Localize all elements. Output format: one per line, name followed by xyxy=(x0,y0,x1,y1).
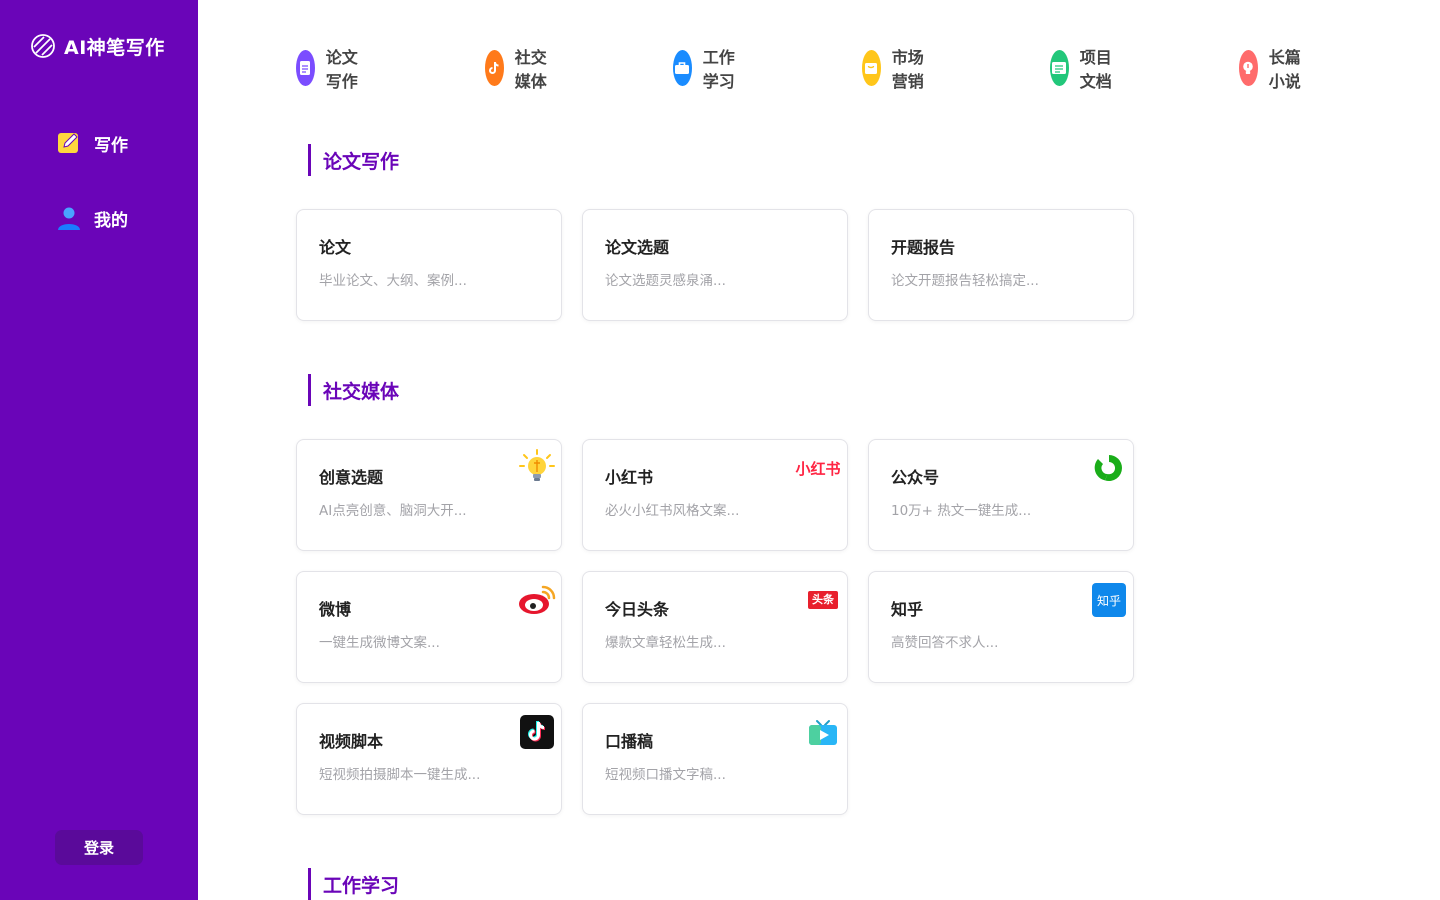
weibo-icon xyxy=(517,580,557,620)
card-opening-report[interactable]: 开题报告 论文开题报告轻松搞定... xyxy=(868,209,1134,321)
toutiao-logo-text: 头条 xyxy=(808,591,838,609)
lightbulb-icon xyxy=(517,448,557,488)
category-tab-social[interactable]: 社交媒体 xyxy=(485,44,548,92)
card-desc: 爆款文章轻松生成... xyxy=(605,635,726,651)
category-tab-novel[interactable]: 长篇小说 xyxy=(1239,44,1302,92)
card-title: 微博 xyxy=(319,600,352,619)
category-tab-thesis[interactable]: 论文写作 xyxy=(296,44,359,92)
card-desc: 高赞回答不求人... xyxy=(891,635,999,651)
card-desc: 论文选题灵感泉涌... xyxy=(605,273,726,289)
toutiao-logo: 头条 xyxy=(803,580,843,620)
card-desc: 论文开题报告轻松搞定... xyxy=(891,273,1039,289)
brand-title: AI神笔写作 xyxy=(64,36,165,59)
card-spoken-script[interactable]: 口播稿 短视频口播文字稿... xyxy=(582,703,848,815)
card-title: 小红书 xyxy=(605,468,654,487)
sidebar-item-label: 我的 xyxy=(94,210,128,231)
card-title: 论文选题 xyxy=(605,238,670,257)
section-title-thesis: 论文写作 xyxy=(308,144,399,176)
category-label: 工作学习 xyxy=(702,48,735,91)
card-desc: 一键生成微博文案... xyxy=(319,635,440,651)
lightbulb-icon xyxy=(1239,50,1258,86)
card-creative-topic[interactable]: 创意选题 AI点亮创意、脑洞大开... xyxy=(296,439,562,551)
document-icon xyxy=(296,50,315,86)
category-tab-project-docs[interactable]: 项目文档 xyxy=(1050,44,1113,92)
card-xiaohongshu[interactable]: 小红书 必火小红书风格文案... 小红书 xyxy=(582,439,848,551)
card-title: 论文 xyxy=(319,238,352,257)
folder-list-icon xyxy=(1050,50,1069,86)
card-desc: AI点亮创意、脑洞大开... xyxy=(319,503,467,519)
section-title-work: 工作学习 xyxy=(308,868,399,900)
card-thesis[interactable]: 论文 毕业论文、大纲、案例... xyxy=(296,209,562,321)
briefcase-icon xyxy=(673,50,692,86)
card-desc: 10万+ 热文一键生成... xyxy=(891,503,1032,519)
card-toutiao[interactable]: 今日头条 爆款文章轻松生成... 头条 xyxy=(582,571,848,683)
category-label: 论文写作 xyxy=(325,48,358,91)
card-wechat-account[interactable]: 公众号 10万+ 热文一键生成... xyxy=(868,439,1134,551)
category-label: 社交媒体 xyxy=(514,48,547,91)
brand[interactable]: AI神笔写作 xyxy=(28,31,165,61)
sidebar: AI神笔写作 写作 我的 登录 xyxy=(0,0,198,900)
sidebar-item-mine[interactable]: 我的 xyxy=(56,205,128,231)
tiktok-icon xyxy=(517,712,557,752)
card-title: 今日头条 xyxy=(605,600,670,619)
card-desc: 短视频拍摄脚本一键生成... xyxy=(319,767,481,783)
category-label: 长篇小说 xyxy=(1268,48,1301,91)
card-desc: 短视频口播文字稿... xyxy=(605,767,726,783)
card-video-script[interactable]: 视频脚本 短视频拍摄脚本一键生成... xyxy=(296,703,562,815)
card-title: 公众号 xyxy=(891,468,940,487)
card-title: 口播稿 xyxy=(605,732,654,751)
card-title: 视频脚本 xyxy=(319,732,384,751)
category-tab-marketing[interactable]: 市场营销 xyxy=(862,44,925,92)
card-title: 开题报告 xyxy=(891,238,956,257)
zhihu-logo-text: 知乎 xyxy=(1092,583,1126,617)
xiaohongshu-logo: 小红书 xyxy=(793,448,843,488)
card-title: 创意选题 xyxy=(319,468,384,487)
category-label: 项目文档 xyxy=(1079,48,1112,91)
user-icon xyxy=(58,207,80,230)
pencil-note-icon xyxy=(58,133,78,153)
xiaohongshu-logo-text: 小红书 xyxy=(795,459,841,478)
card-title: 知乎 xyxy=(891,600,924,619)
video-tv-icon xyxy=(803,712,843,752)
card-desc: 毕业论文、大纲、案例... xyxy=(319,273,467,289)
sidebar-item-write[interactable]: 写作 xyxy=(56,130,128,156)
sidebar-item-label: 写作 xyxy=(94,135,128,156)
category-label: 市场营销 xyxy=(891,48,924,91)
card-weibo[interactable]: 微博 一键生成微博文案... xyxy=(296,571,562,683)
zhihu-logo: 知乎 xyxy=(1089,580,1129,620)
card-zhihu[interactable]: 知乎 高赞回答不求人... 知乎 xyxy=(868,571,1134,683)
card-desc: 必火小红书风格文案... xyxy=(605,503,740,519)
shopping-bag-icon xyxy=(862,50,881,86)
tiktok-icon xyxy=(485,50,504,86)
wechat-official-account-icon xyxy=(1089,448,1129,488)
brand-logo-icon xyxy=(31,34,55,58)
login-button[interactable]: 登录 xyxy=(55,830,143,865)
section-title-social: 社交媒体 xyxy=(308,374,399,406)
category-tab-work[interactable]: 工作学习 xyxy=(673,44,736,92)
card-thesis-topic[interactable]: 论文选题 论文选题灵感泉涌... xyxy=(582,209,848,321)
